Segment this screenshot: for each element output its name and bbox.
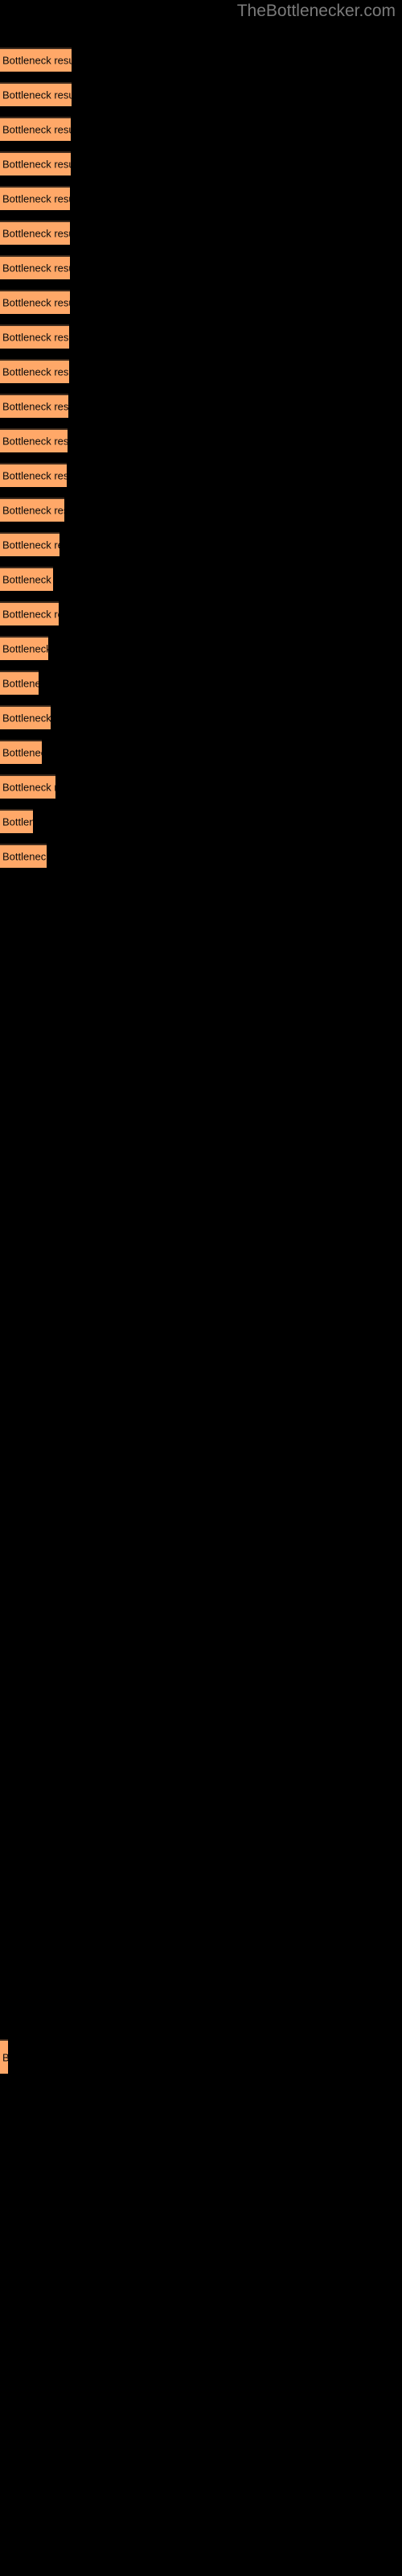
bottleneck-result-bar[interactable]: Bottleneck result (0, 567, 53, 591)
bar-label: Bottleneck result (2, 573, 53, 586)
bar-row: Bottleneck result (0, 394, 68, 418)
bar-row: Bottleneck result (0, 47, 72, 72)
bar-label: Bottleneck result (2, 608, 59, 621)
bottleneck-result-bar[interactable]: Bottleneck result (0, 2039, 8, 2074)
bar-row: Bottleneck result (0, 671, 39, 695)
bottleneck-result-bar[interactable]: Bottleneck result (0, 601, 59, 625)
bar-label: Bottleneck result (2, 400, 68, 413)
bar-label: Bottleneck result (2, 331, 69, 344)
bottleneck-result-bar[interactable]: Bottleneck result (0, 117, 71, 141)
bar-label: Bottleneck result (2, 435, 68, 448)
bar-label: Bottleneck result (2, 2051, 8, 2063)
bottleneck-result-bar[interactable]: Bottleneck result (0, 705, 51, 729)
bar-row: Bottleneck result (0, 82, 72, 106)
bottleneck-result-bar[interactable]: Bottleneck result (0, 740, 42, 764)
bar-row: Bottleneck result (0, 2039, 8, 2074)
bar-row: Bottleneck result (0, 809, 33, 833)
bottleneck-result-bar[interactable]: Bottleneck result (0, 532, 59, 556)
bottleneck-result-bar[interactable]: Bottleneck result (0, 428, 68, 452)
bottleneck-result-bar[interactable]: Bottleneck result (0, 324, 69, 349)
bar-row: Bottleneck result (0, 532, 59, 556)
bottleneck-result-bar[interactable]: Bottleneck result (0, 151, 71, 175)
bar-row: Bottleneck result (0, 428, 68, 452)
bar-label: Bottleneck result (2, 296, 70, 309)
bottleneck-result-bar[interactable]: Bottleneck result (0, 463, 67, 487)
bottleneck-result-bar[interactable]: Bottleneck result (0, 221, 70, 245)
bar-row: Bottleneck result (0, 151, 71, 175)
bar-label: Bottleneck result (2, 677, 39, 690)
bar-row: Bottleneck result (0, 186, 70, 210)
bar-label: Bottleneck result (2, 539, 59, 551)
bar-label: Bottleneck result (2, 123, 71, 136)
bottleneck-result-bar[interactable]: Bottleneck result (0, 394, 68, 418)
bar-label: Bottleneck result (2, 642, 48, 655)
bottleneck-result-bar[interactable]: Bottleneck result (0, 255, 70, 279)
bar-row: Bottleneck result (0, 601, 59, 625)
bar-row: Bottleneck result (0, 290, 70, 314)
bar-label: Bottleneck result (2, 746, 42, 759)
bar-row: Bottleneck result (0, 774, 55, 799)
bar-row: Bottleneck result (0, 255, 70, 279)
bottleneck-result-bar[interactable]: Bottleneck result (0, 497, 64, 522)
bar-row: Bottleneck result (0, 740, 42, 764)
bar-label: Bottleneck result (2, 504, 64, 517)
bar-row: Bottleneck result (0, 221, 70, 245)
bar-label: Bottleneck result (2, 365, 69, 378)
bar-row: Bottleneck result (0, 844, 47, 868)
bar-label: Bottleneck result (2, 815, 33, 828)
bottleneck-result-bar[interactable]: Bottleneck result (0, 774, 55, 799)
bar-label: Bottleneck result (2, 54, 72, 67)
bar-label: Bottleneck result (2, 262, 70, 275)
bottleneck-result-bar[interactable]: Bottleneck result (0, 290, 70, 314)
bottleneck-bar-chart: Bottleneck result Bottleneck result Bottle… (0, 0, 402, 2576)
bar-label: Bottleneck result (2, 850, 47, 863)
page-root: TheBottlenecker.com Bottleneck resultBot… (0, 0, 402, 2576)
bar-row: Bottleneck result (0, 324, 69, 349)
bottleneck-result-bar[interactable]: Bottleneck result (0, 809, 33, 833)
bar-row: Bottleneck result (0, 636, 48, 660)
bar-row: Bottleneck result (0, 497, 64, 522)
bar-label: Bottleneck result (2, 158, 71, 171)
bar-row: Bottleneck result (0, 463, 67, 487)
bar-row: Bottleneck result (0, 359, 69, 383)
bar-row: Bottleneck result (0, 705, 51, 729)
bar-label: Bottleneck result (2, 712, 51, 724)
bottleneck-result-bar[interactable]: Bottleneck result (0, 186, 70, 210)
bar-label: Bottleneck result (2, 469, 67, 482)
bar-label: Bottleneck result (2, 781, 55, 794)
bottleneck-result-bar[interactable]: Bottleneck result (0, 671, 39, 695)
bar-row: Bottleneck result (0, 117, 71, 141)
bar-row: Bottleneck result (0, 567, 53, 591)
bottleneck-result-bar[interactable]: Bottleneck result (0, 82, 72, 106)
bar-label: Bottleneck result (2, 192, 70, 205)
bottleneck-result-bar[interactable]: Bottleneck result (0, 359, 69, 383)
bottleneck-result-bar[interactable]: Bottleneck result (0, 47, 72, 72)
bottleneck-result-bar[interactable]: Bottleneck result (0, 844, 47, 868)
bottleneck-result-bar[interactable]: Bottleneck result (0, 636, 48, 660)
bar-label: Bottleneck result (2, 89, 72, 101)
bar-label: Bottleneck result (2, 227, 70, 240)
